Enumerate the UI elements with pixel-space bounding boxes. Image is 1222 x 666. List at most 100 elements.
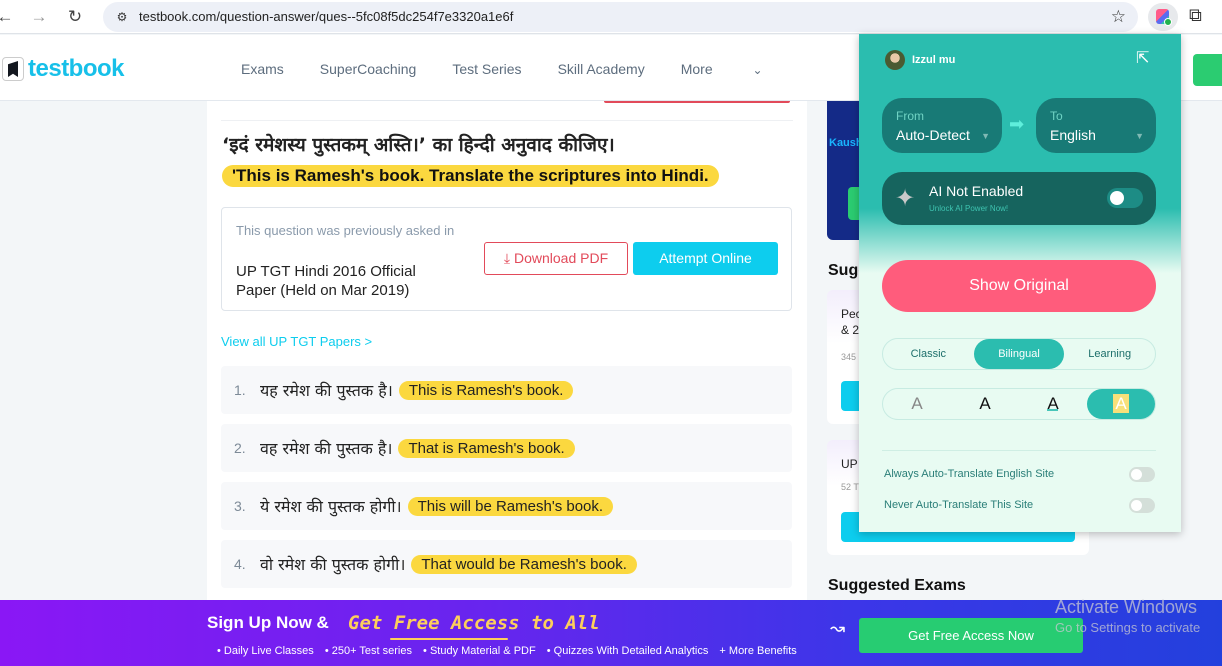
option-4[interactable]: 4. वो रमेश की पुस्तक होगी। That would be…: [221, 540, 792, 588]
reload-icon[interactable]: ↻: [64, 6, 86, 28]
forward-arrow-icon[interactable]: →: [28, 6, 50, 28]
feature-item: • Study Material & PDF: [423, 645, 536, 657]
nav-skill-academy[interactable]: Skill Academy: [558, 61, 645, 77]
from-language-select[interactable]: From Auto-Detect ▼: [882, 98, 1002, 153]
option-text: ये रमेश की पुस्तक होगी।: [260, 497, 402, 516]
swirl-arrow-icon: ↝: [830, 618, 846, 638]
header-cta-button[interactable]: [1193, 54, 1222, 86]
highlight-underline: [390, 638, 508, 640]
page-background: [0, 101, 207, 600]
username: Izzul mu: [912, 54, 956, 66]
nav-supercoaching[interactable]: SuperCoaching: [320, 61, 417, 77]
previously-asked-label: This question was previously asked in: [236, 223, 455, 238]
arrow-right-icon: ➡: [1009, 114, 1025, 134]
signup-banner: Sign Up Now & Get Free Access to All • D…: [0, 600, 1222, 666]
download-icon: ⤓: [503, 250, 511, 266]
option-number: 1.: [234, 382, 246, 398]
check-badge-icon: [1164, 18, 1172, 26]
always-translate-toggle[interactable]: [1129, 467, 1155, 482]
never-translate-label: Never Auto-Translate This Site: [884, 499, 1034, 511]
font-style-plain[interactable]: A: [951, 389, 1019, 419]
option-2[interactable]: 2. वह रमेश की पुस्तक है। That is Ramesh'…: [221, 424, 792, 472]
from-value: Auto-Detect: [896, 127, 970, 143]
option-text: वह रमेश की पुस्तक है।: [260, 439, 393, 458]
font-style-selector: A A A A: [882, 388, 1156, 420]
mode-bilingual[interactable]: Bilingual: [973, 339, 1065, 369]
font-style-faded[interactable]: A: [883, 389, 951, 419]
previous-paper-box: This question was previously asked in UP…: [221, 207, 792, 311]
option-translation: This is Ramesh's book.: [398, 380, 574, 400]
question-card: ‘इदं रमेशस्य पुस्तकम् अस्ति।’ का हिन्दी …: [207, 101, 807, 601]
nav-exams[interactable]: Exams: [241, 61, 284, 77]
star-icon[interactable]: ☆: [1111, 7, 1126, 27]
nav-more-label: More: [680, 61, 713, 77]
show-original-button[interactable]: Show Original: [882, 260, 1156, 312]
sparkle-icon: ✦: [895, 185, 916, 212]
font-style-highlight-label: A: [1113, 394, 1129, 413]
to-value: English: [1050, 127, 1096, 143]
question-translation: 'This is Ramesh's book. Translate the sc…: [222, 165, 719, 187]
view-all-papers-link[interactable]: View all UP TGT Papers >: [221, 334, 372, 349]
card-title: Pec & 2: [841, 307, 862, 337]
to-language-select[interactable]: To English ▼: [1036, 98, 1156, 153]
logo-icon: [2, 57, 24, 81]
option-number: 4.: [234, 556, 246, 572]
feature-item: • 250+ Test series: [324, 645, 412, 657]
option-text: यह रमेश की पुस्तक है।: [260, 381, 393, 400]
option-translation: This will be Ramesh's book.: [407, 496, 614, 516]
nav-test-series[interactable]: Test Series: [452, 61, 521, 77]
url-text[interactable]: testbook.com/question-answer/ques--5fc08…: [139, 9, 513, 24]
option-translation: That would be Ramesh's book.: [411, 554, 637, 574]
card-meta: 52 T: [841, 482, 859, 492]
feature-item: • Daily Live Classes: [217, 645, 314, 657]
banner-highlight: Get Free Access to All: [348, 612, 600, 634]
question-text: ‘इदं रमेशस्य पुस्तकम् अस्ति।’ का हिन्दी …: [222, 134, 615, 156]
card-title: UP: [841, 457, 858, 471]
mode-classic[interactable]: Classic: [883, 339, 974, 369]
logo-text: testbook: [28, 55, 125, 82]
browser-toolbar: ← → ↻ ⚙ testbook.com/question-answer/que…: [0, 0, 1222, 34]
ai-status: AI Not Enabled: [929, 183, 1024, 199]
feature-item: • Quizzes With Detailed Analytics: [546, 645, 709, 657]
download-pdf-button[interactable]: ⤓ Download PDF: [484, 242, 628, 275]
puzzle-icon[interactable]: ⧉: [1189, 5, 1202, 26]
watermark-title: Activate Windows: [1055, 597, 1198, 617]
mode-selector: Classic Bilingual Learning: [882, 338, 1156, 370]
address-bar[interactable]: ⚙ testbook.com/question-answer/ques--5fc…: [103, 2, 1138, 32]
nav-more[interactable]: More ⌄: [681, 61, 799, 77]
option-3[interactable]: 3. ये रमेश की पुस्तक होगी। This will be …: [221, 482, 792, 530]
option-1[interactable]: 1. यह रमेश की पुस्तक है। This is Ramesh'…: [221, 366, 792, 414]
ai-unlock-link[interactable]: Unlock AI Power Now!: [929, 204, 1008, 213]
attempt-online-button[interactable]: Attempt Online: [633, 242, 778, 275]
divider: [221, 120, 793, 121]
ad-text: Kaush: [829, 137, 863, 149]
option-text: वो रमेश की पुस्तक होगी।: [260, 555, 406, 574]
active-tab-indicator: [604, 101, 790, 103]
options-list: 1. यह रमेश की पुस्तक है। This is Ramesh'…: [221, 366, 792, 598]
mode-learning[interactable]: Learning: [1064, 339, 1155, 369]
testbook-logo[interactable]: testbook: [2, 55, 125, 83]
always-translate-label: Always Auto-Translate English Site: [884, 468, 1055, 480]
main-nav: Exams SuperCoaching Test Series Skill Ac…: [241, 61, 835, 77]
option-translation: That is Ramesh's book.: [398, 438, 575, 458]
share-icon[interactable]: ⇱: [1136, 48, 1149, 68]
suggested-exams-heading: Suggested Exams: [828, 577, 966, 594]
download-pdf-label: Download PDF: [513, 250, 609, 266]
site-settings-icon[interactable]: ⚙: [112, 7, 132, 27]
feature-item: + More Benefits: [719, 645, 797, 657]
translator-extension-button[interactable]: [1148, 3, 1178, 31]
avatar[interactable]: [885, 50, 905, 70]
divider: [882, 450, 1156, 451]
card-meta: 345: [841, 352, 857, 362]
back-arrow-icon[interactable]: ←: [0, 6, 16, 28]
get-free-access-button[interactable]: Get Free Access Now: [859, 618, 1083, 653]
translator-popup: Izzul mu ⇱ From Auto-Detect ▼ ➡ To Engli…: [859, 34, 1181, 532]
font-style-highlight[interactable]: A: [1087, 389, 1155, 419]
ai-toggle[interactable]: [1107, 188, 1143, 208]
watermark-subtitle: Go to Settings to activate: [1055, 620, 1201, 635]
to-label: To: [1050, 109, 1063, 123]
option-number: 3.: [234, 498, 246, 514]
never-translate-toggle[interactable]: [1129, 498, 1155, 513]
caret-down-icon: ▼: [981, 131, 990, 141]
font-style-underline[interactable]: A: [1019, 389, 1087, 419]
